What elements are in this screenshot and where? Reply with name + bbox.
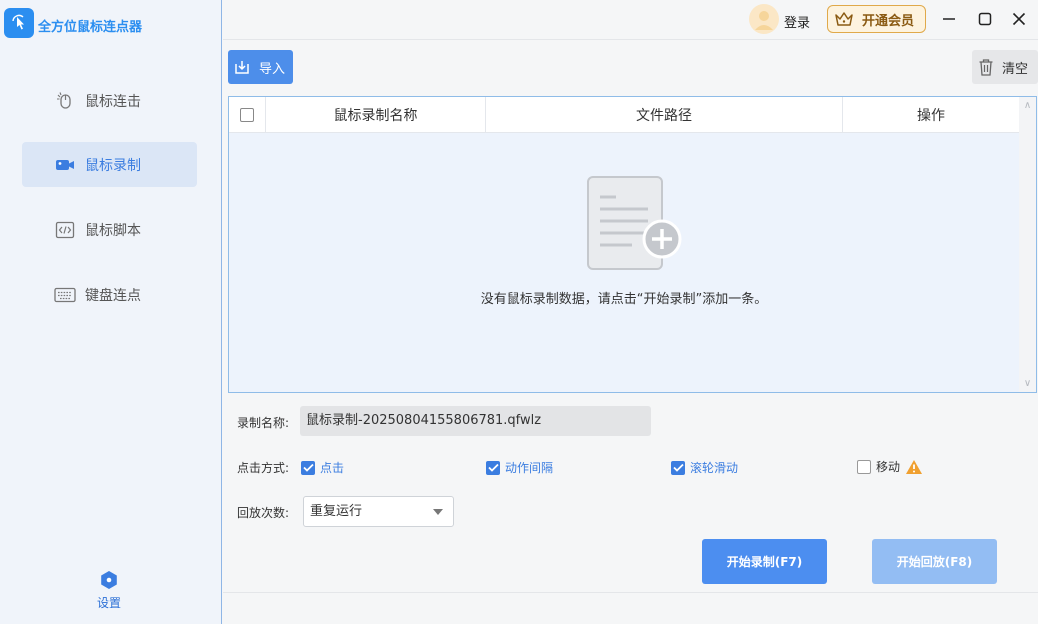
clear-label: 清空	[1002, 61, 1029, 77]
table-header: 鼠标录制名称 文件路径 操作	[229, 97, 1019, 133]
repeat-count-value: 重复运行	[310, 504, 363, 519]
option-click-checkbox[interactable]: 点击	[301, 459, 344, 476]
repeat-count-label: 回放次数:	[237, 506, 290, 520]
select-all-checkbox[interactable]	[240, 108, 254, 122]
import-label: 导入	[259, 61, 286, 77]
option-label: 点击	[320, 461, 345, 475]
minimize-icon	[943, 18, 955, 20]
user-avatar-icon	[755, 11, 773, 30]
sidebar-item-label: 鼠标录制	[85, 157, 141, 174]
settings-button[interactable]: 设置	[87, 570, 131, 611]
settings-label: 设置	[96, 596, 121, 610]
gear-icon	[99, 570, 119, 590]
option-interval-checkbox[interactable]: 动作间隔	[486, 459, 553, 476]
scroll-down-icon[interactable]: ∨	[1023, 379, 1032, 389]
repeat-count-select[interactable]: 重复运行	[303, 496, 454, 527]
table-scrollbar[interactable]: ∧ ∨	[1019, 97, 1036, 392]
option-move-checkbox[interactable]: 移动	[857, 458, 923, 475]
warning-icon[interactable]	[905, 459, 923, 475]
sidebar-item-mouse-click[interactable]: 鼠标连击	[22, 78, 197, 123]
vip-button[interactable]: 开通会员	[827, 5, 926, 33]
chevron-down-icon	[433, 509, 443, 515]
empty-document-add-icon	[586, 175, 682, 273]
keyboard-icon	[54, 284, 76, 306]
avatar[interactable]	[749, 4, 779, 34]
record-name-input[interactable]: 鼠标录制-20250804155806781.qfwlz	[300, 406, 651, 436]
checkbox-checked-icon[interactable]	[301, 460, 315, 475]
vip-label: 开通会员	[862, 13, 915, 29]
video-camera-icon	[54, 154, 76, 176]
clear-button[interactable]: 清空	[972, 50, 1038, 84]
sidebar-item-mouse-script[interactable]: 鼠标脚本	[22, 207, 197, 252]
checkbox-checked-icon[interactable]	[486, 460, 500, 475]
close-button[interactable]	[1009, 9, 1029, 29]
bottom-divider	[223, 592, 1038, 593]
app-logo-icon	[4, 8, 34, 38]
crown-icon	[834, 10, 854, 28]
maximize-icon	[978, 12, 992, 26]
trash-icon	[978, 58, 994, 76]
click-mode-label: 点击方式:	[237, 461, 290, 475]
sidebar-item-label: 鼠标连击	[85, 93, 141, 110]
checkbox-checked-icon[interactable]	[671, 460, 685, 475]
mouse-click-icon	[54, 90, 76, 112]
start-record-button[interactable]: 开始录制(F7)	[702, 539, 827, 584]
table-header-checkbox-cell	[229, 97, 266, 133]
maximize-button[interactable]	[975, 9, 995, 29]
login-link[interactable]: 登录	[784, 12, 810, 31]
column-header-actions: 操作	[917, 108, 945, 124]
import-icon	[234, 59, 250, 75]
option-label: 滚轮滑动	[690, 461, 739, 475]
sidebar-item-label: 鼠标脚本	[85, 222, 141, 239]
option-label: 移动	[876, 460, 901, 474]
sidebar-item-mouse-record[interactable]: 鼠标录制	[22, 142, 197, 187]
title-bar: 登录 开通会员	[223, 0, 1038, 40]
option-scroll-checkbox[interactable]: 滚轮滑动	[671, 459, 738, 476]
start-playback-button[interactable]: 开始回放(F8)	[872, 539, 997, 584]
scroll-up-icon[interactable]: ∧	[1023, 101, 1032, 111]
option-label: 动作间隔	[505, 461, 554, 475]
close-icon	[1012, 12, 1026, 26]
sidebar-item-label: 键盘连点	[85, 287, 141, 304]
record-name-label: 录制名称:	[237, 416, 290, 430]
code-script-icon	[54, 219, 76, 241]
column-header-path[interactable]: 文件路径	[486, 97, 843, 133]
sidebar: 全方位鼠标连点器 鼠标连击 鼠标录制 鼠标脚本 键盘连点 设置	[0, 0, 222, 624]
recording-table: 鼠标录制名称 文件路径 操作 没有鼠标录制数据，请点击“开始录制”添加一条。 ∧…	[228, 96, 1037, 393]
checkbox-unchecked-icon[interactable]	[857, 459, 871, 474]
sidebar-item-keyboard-click[interactable]: 键盘连点	[22, 272, 197, 317]
import-button[interactable]: 导入	[228, 50, 293, 84]
empty-state-text: 没有鼠标录制数据，请点击“开始录制”添加一条。	[480, 292, 768, 307]
app-title: 全方位鼠标连点器	[38, 20, 143, 35]
column-header-name[interactable]: 鼠标录制名称	[266, 97, 486, 133]
minimize-button[interactable]	[939, 9, 959, 29]
